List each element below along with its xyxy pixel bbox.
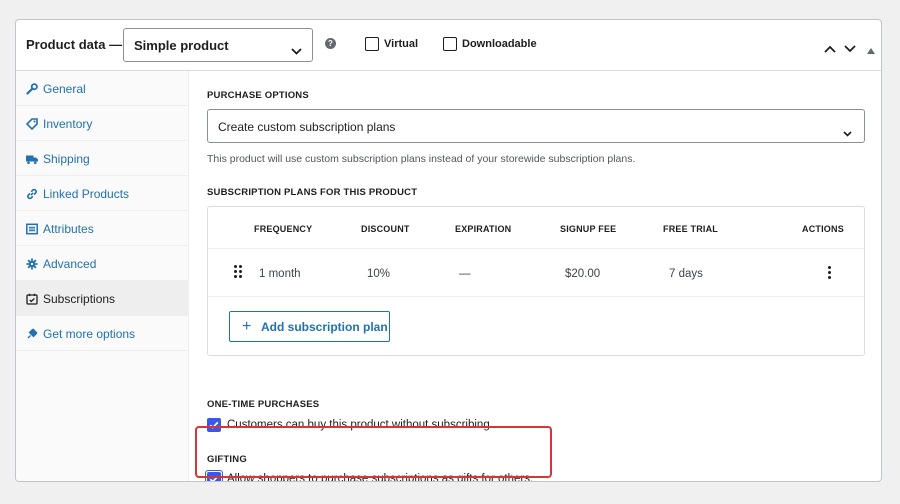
column-header-signup-fee: SIGNUP FEE: [560, 224, 617, 234]
virtual-label: Virtual: [384, 38, 419, 50]
chevron-down-icon: [843, 124, 852, 142]
subscription-plans-label: SUBSCRIPTION PLANS FOR THIS PRODUCT: [207, 187, 418, 198]
more-actions-icon[interactable]: [828, 266, 832, 280]
gifting-highlight-box: [195, 426, 552, 478]
tab-get-more-options[interactable]: Get more options: [16, 316, 188, 351]
tab-general[interactable]: General: [16, 71, 188, 106]
plan-expiration: —: [459, 268, 471, 280]
product-data-tabs: General Inventory Shipping Linked Produc…: [16, 71, 189, 481]
tab-inventory[interactable]: Inventory: [16, 106, 188, 141]
tab-attributes[interactable]: Attributes: [16, 211, 188, 246]
tab-label: Inventory: [43, 117, 93, 131]
column-header-actions: ACTIONS: [802, 224, 844, 234]
tab-label: Subscriptions: [43, 292, 116, 306]
link-icon: [26, 187, 38, 200]
plugin-icon: [26, 327, 38, 339]
one-time-purchases-label: ONE-TIME PURCHASES: [207, 399, 320, 410]
tab-label: Shipping: [43, 152, 90, 166]
subscriptions-panel: PURCHASE OPTIONS Create custom subscript…: [205, 71, 866, 481]
move-up-icon[interactable]: [824, 40, 836, 58]
table-header: FREQUENCY DISCOUNT EXPIRATION SIGNUP FEE…: [208, 207, 864, 249]
table-row: 1 month 10% — $20.00 7 days: [208, 249, 864, 297]
plus-icon: +: [242, 318, 252, 335]
plan-discount: 10%: [367, 268, 391, 280]
tab-advanced[interactable]: Advanced: [16, 246, 188, 281]
tab-linked-products[interactable]: Linked Products: [16, 176, 188, 211]
plan-signup-fee: $20.00: [565, 268, 601, 280]
panel-title: Product data —: [26, 37, 123, 52]
tab-label: Advanced: [43, 257, 97, 271]
tab-label: Attributes: [43, 222, 94, 236]
plan-frequency: 1 month: [259, 268, 301, 280]
truck-icon: [26, 152, 38, 165]
plan-free-trial: 7 days: [669, 268, 703, 280]
product-type-value: Simple product: [134, 38, 229, 53]
chevron-down-icon: [291, 42, 302, 60]
list-icon: [26, 222, 38, 235]
move-down-icon[interactable]: [844, 40, 856, 58]
tab-subscriptions[interactable]: Subscriptions: [16, 281, 188, 316]
column-header-free-trial: FREE TRIAL: [663, 224, 718, 234]
drag-handle-icon[interactable]: [234, 265, 244, 279]
virtual-checkbox[interactable]: [365, 37, 379, 51]
product-data-panel: Product data — Simple product ? Virtual …: [15, 19, 882, 482]
downloadable-label: Downloadable: [462, 38, 537, 50]
add-subscription-plan-button[interactable]: + Add subscription plan: [229, 311, 390, 342]
subscription-plans-table: FREQUENCY DISCOUNT EXPIRATION SIGNUP FEE…: [207, 206, 865, 356]
purchase-options-value: Create custom subscription plans: [218, 120, 396, 134]
wrench-icon: [26, 82, 38, 95]
question-circle-icon[interactable]: ?: [325, 38, 336, 49]
calendar-check-icon: [26, 292, 38, 305]
add-subscription-plan-label: Add subscription plan: [261, 320, 388, 334]
purchase-options-label: PURCHASE OPTIONS: [207, 90, 309, 101]
downloadable-checkbox[interactable]: [443, 37, 457, 51]
purchase-options-select[interactable]: Create custom subscription plans: [207, 109, 865, 143]
tab-label: Linked Products: [43, 187, 130, 201]
gear-icon: [26, 257, 38, 270]
purchase-options-help: This product will use custom subscriptio…: [207, 153, 636, 165]
column-header-frequency: FREQUENCY: [254, 224, 313, 234]
tab-label: Get more options: [43, 327, 136, 341]
panel-header: Product data — Simple product ? Virtual …: [16, 20, 881, 71]
column-header-discount: DISCOUNT: [361, 224, 410, 234]
collapse-toggle-icon[interactable]: [867, 41, 875, 59]
tag-icon: [25, 117, 38, 131]
tab-shipping[interactable]: Shipping: [16, 141, 188, 176]
product-type-select[interactable]: Simple product: [123, 28, 313, 62]
column-header-expiration: EXPIRATION: [455, 224, 512, 234]
tab-label: General: [43, 82, 86, 96]
